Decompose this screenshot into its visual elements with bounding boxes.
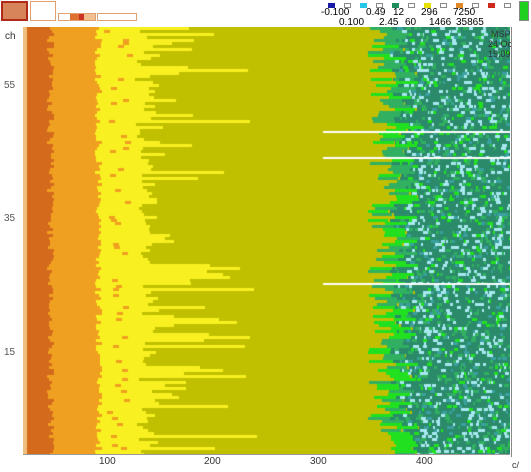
- overlay-station: MSP: [491, 29, 511, 39]
- color-scale-green-swatch: [519, 1, 529, 21]
- x-tick-label: 300: [310, 456, 327, 467]
- y-axis-label: ch: [5, 31, 16, 42]
- x-axis-line: [23, 454, 510, 455]
- x-tick-label: 100: [99, 456, 116, 467]
- color-scale-top-labels: -0.100 0.49 12 296 7250: [0, 8, 531, 18]
- right-side-strip: [511, 27, 531, 457]
- y-tick-label: 15: [4, 347, 16, 358]
- y-tick-label: 55: [4, 80, 16, 91]
- x-tick-label: 200: [204, 456, 221, 467]
- y-tick-label: 35: [4, 213, 16, 224]
- spectrogram-heatmap[interactable]: [23, 27, 510, 454]
- x-tick-label: 400: [416, 456, 433, 467]
- x-axis-label: c/: [512, 460, 520, 470]
